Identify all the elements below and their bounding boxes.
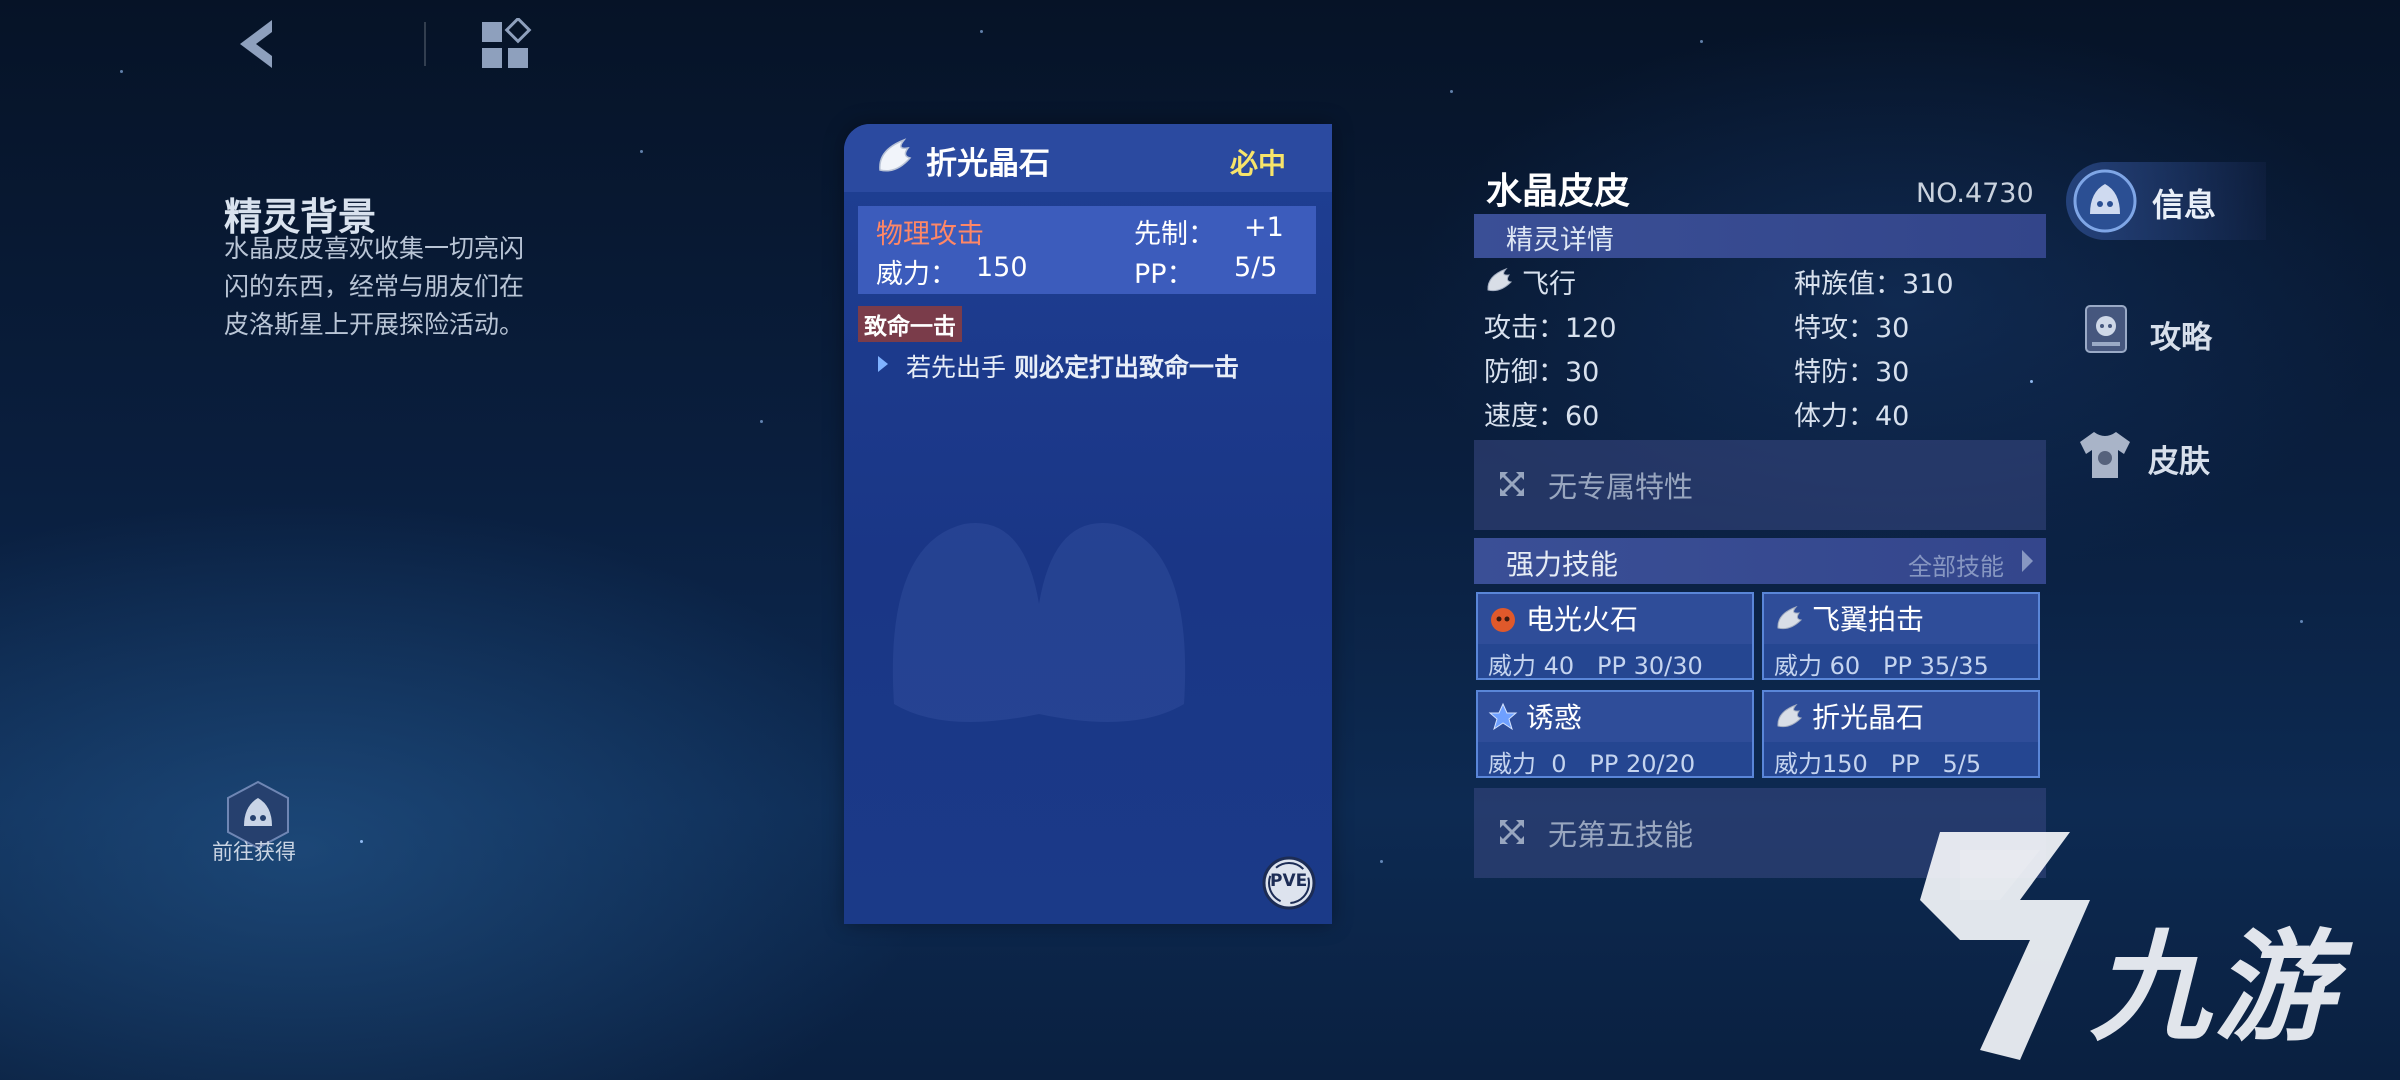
sp-defense-stat: 特防：30 <box>1794 357 1910 388</box>
skill-stat: 威力 0 PP 20/20 <box>1488 750 1696 778</box>
skill-tile-3[interactable]: 诱惑 威力 0 PP 20/20 <box>1476 690 1754 778</box>
skill-stat-bar: 威力 60 PP 35/35 <box>1764 644 2038 680</box>
pet-detail-header: 精灵详情 <box>1474 214 2046 258</box>
back-button[interactable] <box>232 16 282 72</box>
pp-value: 5/5 <box>1234 252 1278 283</box>
pve-button[interactable]: PVE <box>1262 856 1316 910</box>
pet-detail-label: 精灵详情 <box>1506 225 1614 256</box>
skill-name: 电光火石 <box>1526 603 1639 636</box>
skill-stat-bar: 威力 40 PP 30/30 <box>1478 644 1752 680</box>
wing-icon <box>1777 703 1803 728</box>
strong-skills-header: 强力技能 全部技能 <box>1474 538 2046 584</box>
attack-stat: 攻击：120 <box>1484 313 1617 344</box>
skill-stat-bar: 威力 0 PP 20/20 <box>1478 742 1752 778</box>
hp-stat: 体力：40 <box>1794 401 1910 432</box>
skill-name: 诱惑 <box>1526 701 1583 734</box>
obtain-label[interactable]: 前往获得 <box>212 836 296 866</box>
wing-icon <box>1777 605 1803 630</box>
skill-name: 飞翼拍击 <box>1812 603 1925 636</box>
wing-icon <box>1487 267 1513 292</box>
effect-arrow-icon <box>878 356 888 372</box>
pet-type: 飞行 <box>1522 269 1576 300</box>
strong-skills-label: 强力技能 <box>1506 548 1619 581</box>
fifth-skill-text: 无第五技能 <box>1548 818 1694 852</box>
critical-hit-tag: 致命一击 <box>858 306 962 342</box>
skill-effect-text: 若先出手 则必定打出致命一击 <box>906 348 1239 384</box>
pp-label: PP： <box>1134 259 1194 290</box>
priority-value: +1 <box>1244 212 1284 243</box>
watermark-text: 九游 <box>2090 919 2338 1058</box>
effect-prefix: 若先出手 <box>906 353 1007 382</box>
guide-book-icon <box>2085 305 2127 353</box>
chevron-left-icon <box>240 20 272 68</box>
nav-info-label: 信息 <box>2152 186 2217 224</box>
effect-bold: 则必定打出致命一击 <box>1013 353 1239 382</box>
top-divider <box>424 22 426 66</box>
skill-stat: 威力 60 PP 35/35 <box>1774 652 1989 680</box>
wing-icon <box>874 136 914 178</box>
skill-grid: 电光火石 威力 40 PP 30/30 飞翼拍击 威力 60 PP 35/35 … <box>1476 592 2046 782</box>
sure-hit-label: 必中 <box>1230 147 1287 180</box>
power-label: 威力： <box>876 259 957 290</box>
nav-guide-label: 攻略 <box>2150 320 2212 356</box>
trait-text: 无专属特性 <box>1548 470 1694 504</box>
all-skills-link[interactable]: 全部技能 <box>1908 547 2004 582</box>
skill-name: 折光晶石 <box>1812 701 1925 734</box>
pet-number: NO.4730 <box>1916 178 2034 209</box>
nav-guide-tab[interactable]: 攻略 <box>2082 302 2242 362</box>
pet-face-icon <box>2073 169 2137 233</box>
priority-label: 先制： <box>1134 219 1215 250</box>
nav-info-tab[interactable]: 信息 <box>2066 162 2266 240</box>
pet-silhouette-watermark <box>892 523 1186 722</box>
grid-menu-icon <box>482 16 532 68</box>
pet-attributes: 飞行 种族值：310 攻击：120 特攻：30 防御：30 特防：30 速度：6… <box>1484 262 2044 432</box>
fire-type-icon <box>1491 608 1515 632</box>
cross-arrows-icon <box>1500 472 1524 496</box>
trait-block: 无专属特性 <box>1474 440 2046 530</box>
cross-arrows-icon <box>1500 820 1524 844</box>
nine-game-logo: 九游 <box>1900 830 2380 1060</box>
skill-category: 物理攻击 <box>876 219 984 250</box>
background-text: 水晶皮皮喜欢收集一切亮闪闪的东西，经常与朋友们在皮洛斯星上开展探险活动。 <box>224 234 525 339</box>
menu-button[interactable] <box>480 16 532 70</box>
skill-detail-card: 折光晶石 必中 物理攻击 先制： +1 威力： 150 PP： 5/5 致命一击… <box>844 124 1332 924</box>
shirt-icon <box>2080 432 2130 478</box>
star-type-icon <box>1488 702 1518 731</box>
sp-attack-stat: 特攻：30 <box>1794 313 1910 344</box>
pve-label: PVE <box>1270 871 1308 891</box>
skill-card-title: 折光晶石 <box>926 146 1050 182</box>
nav-skin-label: 皮肤 <box>2148 444 2210 480</box>
skill-stat: 威力 40 PP 30/30 <box>1488 652 1703 680</box>
skill-tile-2[interactable]: 飞翼拍击 威力 60 PP 35/35 <box>1762 592 2040 680</box>
pet-name: 水晶皮皮 <box>1486 171 1631 212</box>
arrow-right-icon <box>2022 550 2033 572</box>
power-value: 150 <box>976 252 1028 283</box>
total-stat: 种族值：310 <box>1794 269 1954 300</box>
speed-stat: 速度：60 <box>1484 401 1600 432</box>
nav-skin-tab[interactable]: 皮肤 <box>2076 428 2236 488</box>
skill-stats-box: 物理攻击 先制： +1 威力： 150 PP： 5/5 <box>858 206 1316 294</box>
defense-stat: 防御：30 <box>1484 357 1600 388</box>
skill-stat: 威力150 PP 5/5 <box>1774 750 1982 778</box>
skill-stat-bar: 威力150 PP 5/5 <box>1764 742 2038 778</box>
skill-tile-1[interactable]: 电光火石 威力 40 PP 30/30 <box>1476 592 1754 680</box>
skill-tile-4[interactable]: 折光晶石 威力150 PP 5/5 <box>1762 690 2040 778</box>
